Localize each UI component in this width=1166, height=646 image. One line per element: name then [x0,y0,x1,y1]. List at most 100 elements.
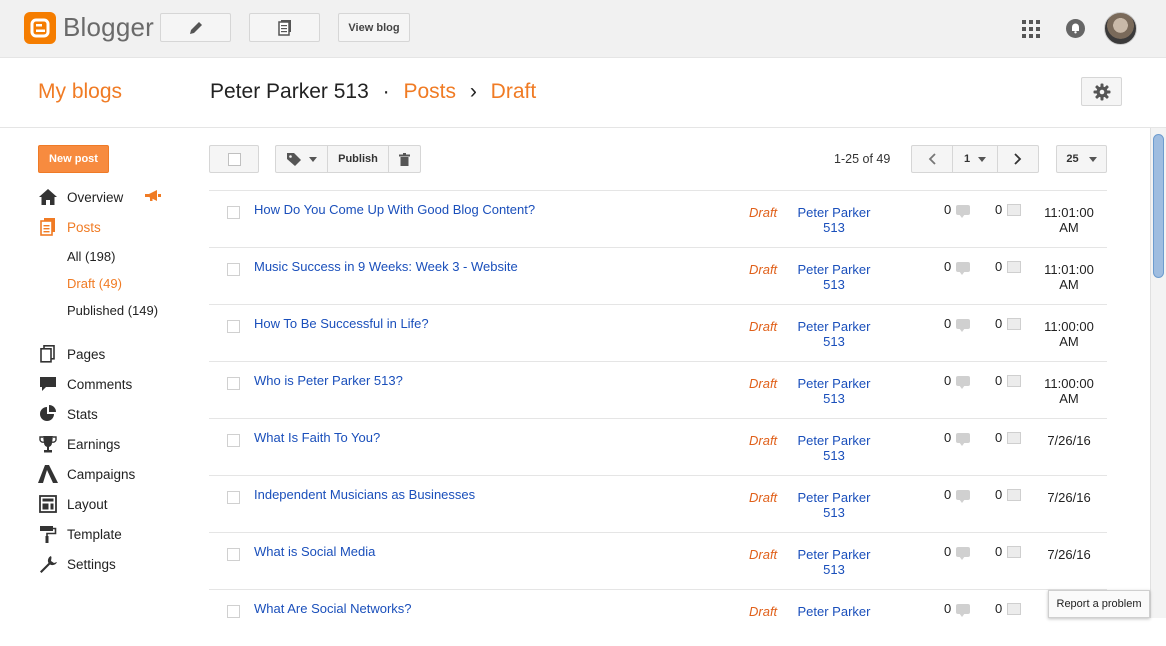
breadcrumb-separator: · [382,80,390,103]
new-post-button[interactable]: New post [38,145,109,173]
brand-name[interactable]: Blogger [63,12,154,43]
prev-page-button[interactable] [911,145,953,173]
row-checkbox[interactable] [227,320,240,333]
row-checkbox[interactable] [227,605,240,618]
settings-button[interactable] [1081,77,1122,106]
post-status: Draft [749,376,778,391]
image-icon [1007,260,1022,273]
next-page-button[interactable] [997,145,1039,173]
page-select[interactable]: 1 [952,145,998,173]
post-author-link[interactable]: Peter Parker 513 [797,262,871,292]
image-icon [1007,374,1022,387]
post-title-link[interactable]: How Do You Come Up With Good Blog Conten… [254,202,535,217]
sidebar-sub-draft[interactable]: Draft (49) [67,276,122,291]
delete-button[interactable] [388,145,421,173]
publish-button[interactable]: Publish [327,145,389,173]
post-row[interactable]: Who is Peter Parker 513? Draft Peter Par… [209,361,1107,418]
row-checkbox[interactable] [227,263,240,276]
view-count: 0 [995,430,1022,445]
row-checkbox[interactable] [227,548,240,561]
select-all-checkbox[interactable] [209,145,259,173]
sidebar-item-layout[interactable]: Layout [38,493,108,515]
comment-count-value: 0 [944,259,952,274]
label-dropdown-button[interactable] [275,145,328,173]
author-name-line1: Peter Parker [797,547,871,562]
breadcrumb-posts[interactable]: Posts [403,80,456,103]
notifications-icon[interactable] [1066,19,1085,38]
post-row[interactable]: What is Social Media Draft Peter Parker … [209,532,1107,589]
sidebar-item-pages[interactable]: Pages [38,343,105,365]
avatar[interactable] [1104,12,1137,45]
gear-icon [1093,83,1110,100]
post-title-link[interactable]: Music Success in 9 Weeks: Week 3 - Websi… [254,259,518,274]
sidebar-sub-all[interactable]: All (198) [67,249,115,264]
comment-count-value: 0 [944,430,952,445]
post-time-line2: AM [1059,277,1079,292]
sidebar-item-stats[interactable]: Stats [38,403,98,425]
sidebar-item-label: Posts [67,219,101,235]
post-title-link[interactable]: What Is Faith To You? [254,430,380,445]
sidebar-item-comments[interactable]: Comments [38,373,132,395]
post-row[interactable]: Independent Musicians as Businesses Draf… [209,475,1107,532]
post-row[interactable]: What Are Social Networks? Draft Peter Pa… [209,589,1107,646]
sidebar-item-overview[interactable]: Overview [38,186,162,208]
apps-grid-icon[interactable] [1022,20,1040,38]
chevron-left-icon [928,153,936,165]
post-author-link[interactable]: Peter Parker [797,604,871,619]
post-status: Draft [749,604,778,619]
post-row[interactable]: How To Be Successful in Life? Draft Pete… [209,304,1107,361]
scrollbar-thumb[interactable] [1153,134,1164,278]
post-time-line1: 7/26/16 [1047,433,1091,448]
blog-name[interactable]: Peter Parker 513 [210,80,369,103]
comment-bubble-icon [956,603,971,617]
breadcrumb: Peter Parker 513 · Posts › Draft [210,80,536,104]
blogger-logo-icon[interactable] [24,12,56,44]
post-author-link[interactable]: Peter Parker 513 [797,490,871,520]
view-count-value: 0 [995,373,1003,388]
post-author-link[interactable]: Peter Parker 513 [797,433,871,463]
row-checkbox[interactable] [227,206,240,219]
report-problem-button[interactable]: Report a problem [1048,590,1150,618]
view-posts-button[interactable] [249,13,320,42]
author-name-line1: Peter Parker [797,376,871,391]
view-blog-button[interactable]: View blog [338,13,410,42]
sidebar-item-settings[interactable]: Settings [38,553,116,575]
sidebar-item-label: Layout [67,496,108,512]
sidebar-sub-published[interactable]: Published (149) [67,303,158,318]
post-author-link[interactable]: Peter Parker 513 [797,547,871,577]
per-page-value: 25 [1066,153,1079,165]
sidebar-item-label: Campaigns [67,466,136,482]
edit-post-button[interactable] [160,13,231,42]
post-row[interactable]: Music Success in 9 Weeks: Week 3 - Websi… [209,247,1107,304]
row-checkbox[interactable] [227,491,240,504]
author-name-line2: 513 [823,448,845,463]
sidebar-item-earnings[interactable]: Earnings [38,433,120,455]
comment-count: 0 [944,202,971,218]
post-row[interactable]: How Do You Come Up With Good Blog Conten… [209,190,1107,247]
sidebar-item-posts[interactable]: Posts [38,216,101,238]
post-title-link[interactable]: Who is Peter Parker 513? [254,373,403,388]
post-title-link[interactable]: How To Be Successful in Life? [254,316,429,331]
image-icon [1007,602,1022,615]
post-title-link[interactable]: What is Social Media [254,544,375,559]
comment-count-value: 0 [944,487,952,502]
row-checkbox[interactable] [227,377,240,390]
post-title-link[interactable]: What Are Social Networks? [254,601,412,616]
post-author-link[interactable]: Peter Parker 513 [797,205,871,235]
sidebar-item-campaigns[interactable]: Campaigns [38,463,135,485]
post-author-link[interactable]: Peter Parker 513 [797,376,871,406]
view-count: 0 [995,544,1022,559]
per-page-select[interactable]: 25 [1056,145,1107,173]
post-row[interactable]: What Is Faith To You? Draft Peter Parker… [209,418,1107,475]
view-count: 0 [995,316,1022,331]
image-icon [1007,545,1022,558]
sidebar-item-label: Stats [67,406,98,422]
sidebar-item-label: Template [67,526,122,542]
comment-count: 0 [944,373,971,389]
comment-count-value: 0 [944,316,952,331]
row-checkbox[interactable] [227,434,240,447]
my-blogs-link[interactable]: My blogs [38,80,122,104]
post-title-link[interactable]: Independent Musicians as Businesses [254,487,475,502]
sidebar-item-template[interactable]: Template [38,523,122,545]
post-author-link[interactable]: Peter Parker 513 [797,319,871,349]
